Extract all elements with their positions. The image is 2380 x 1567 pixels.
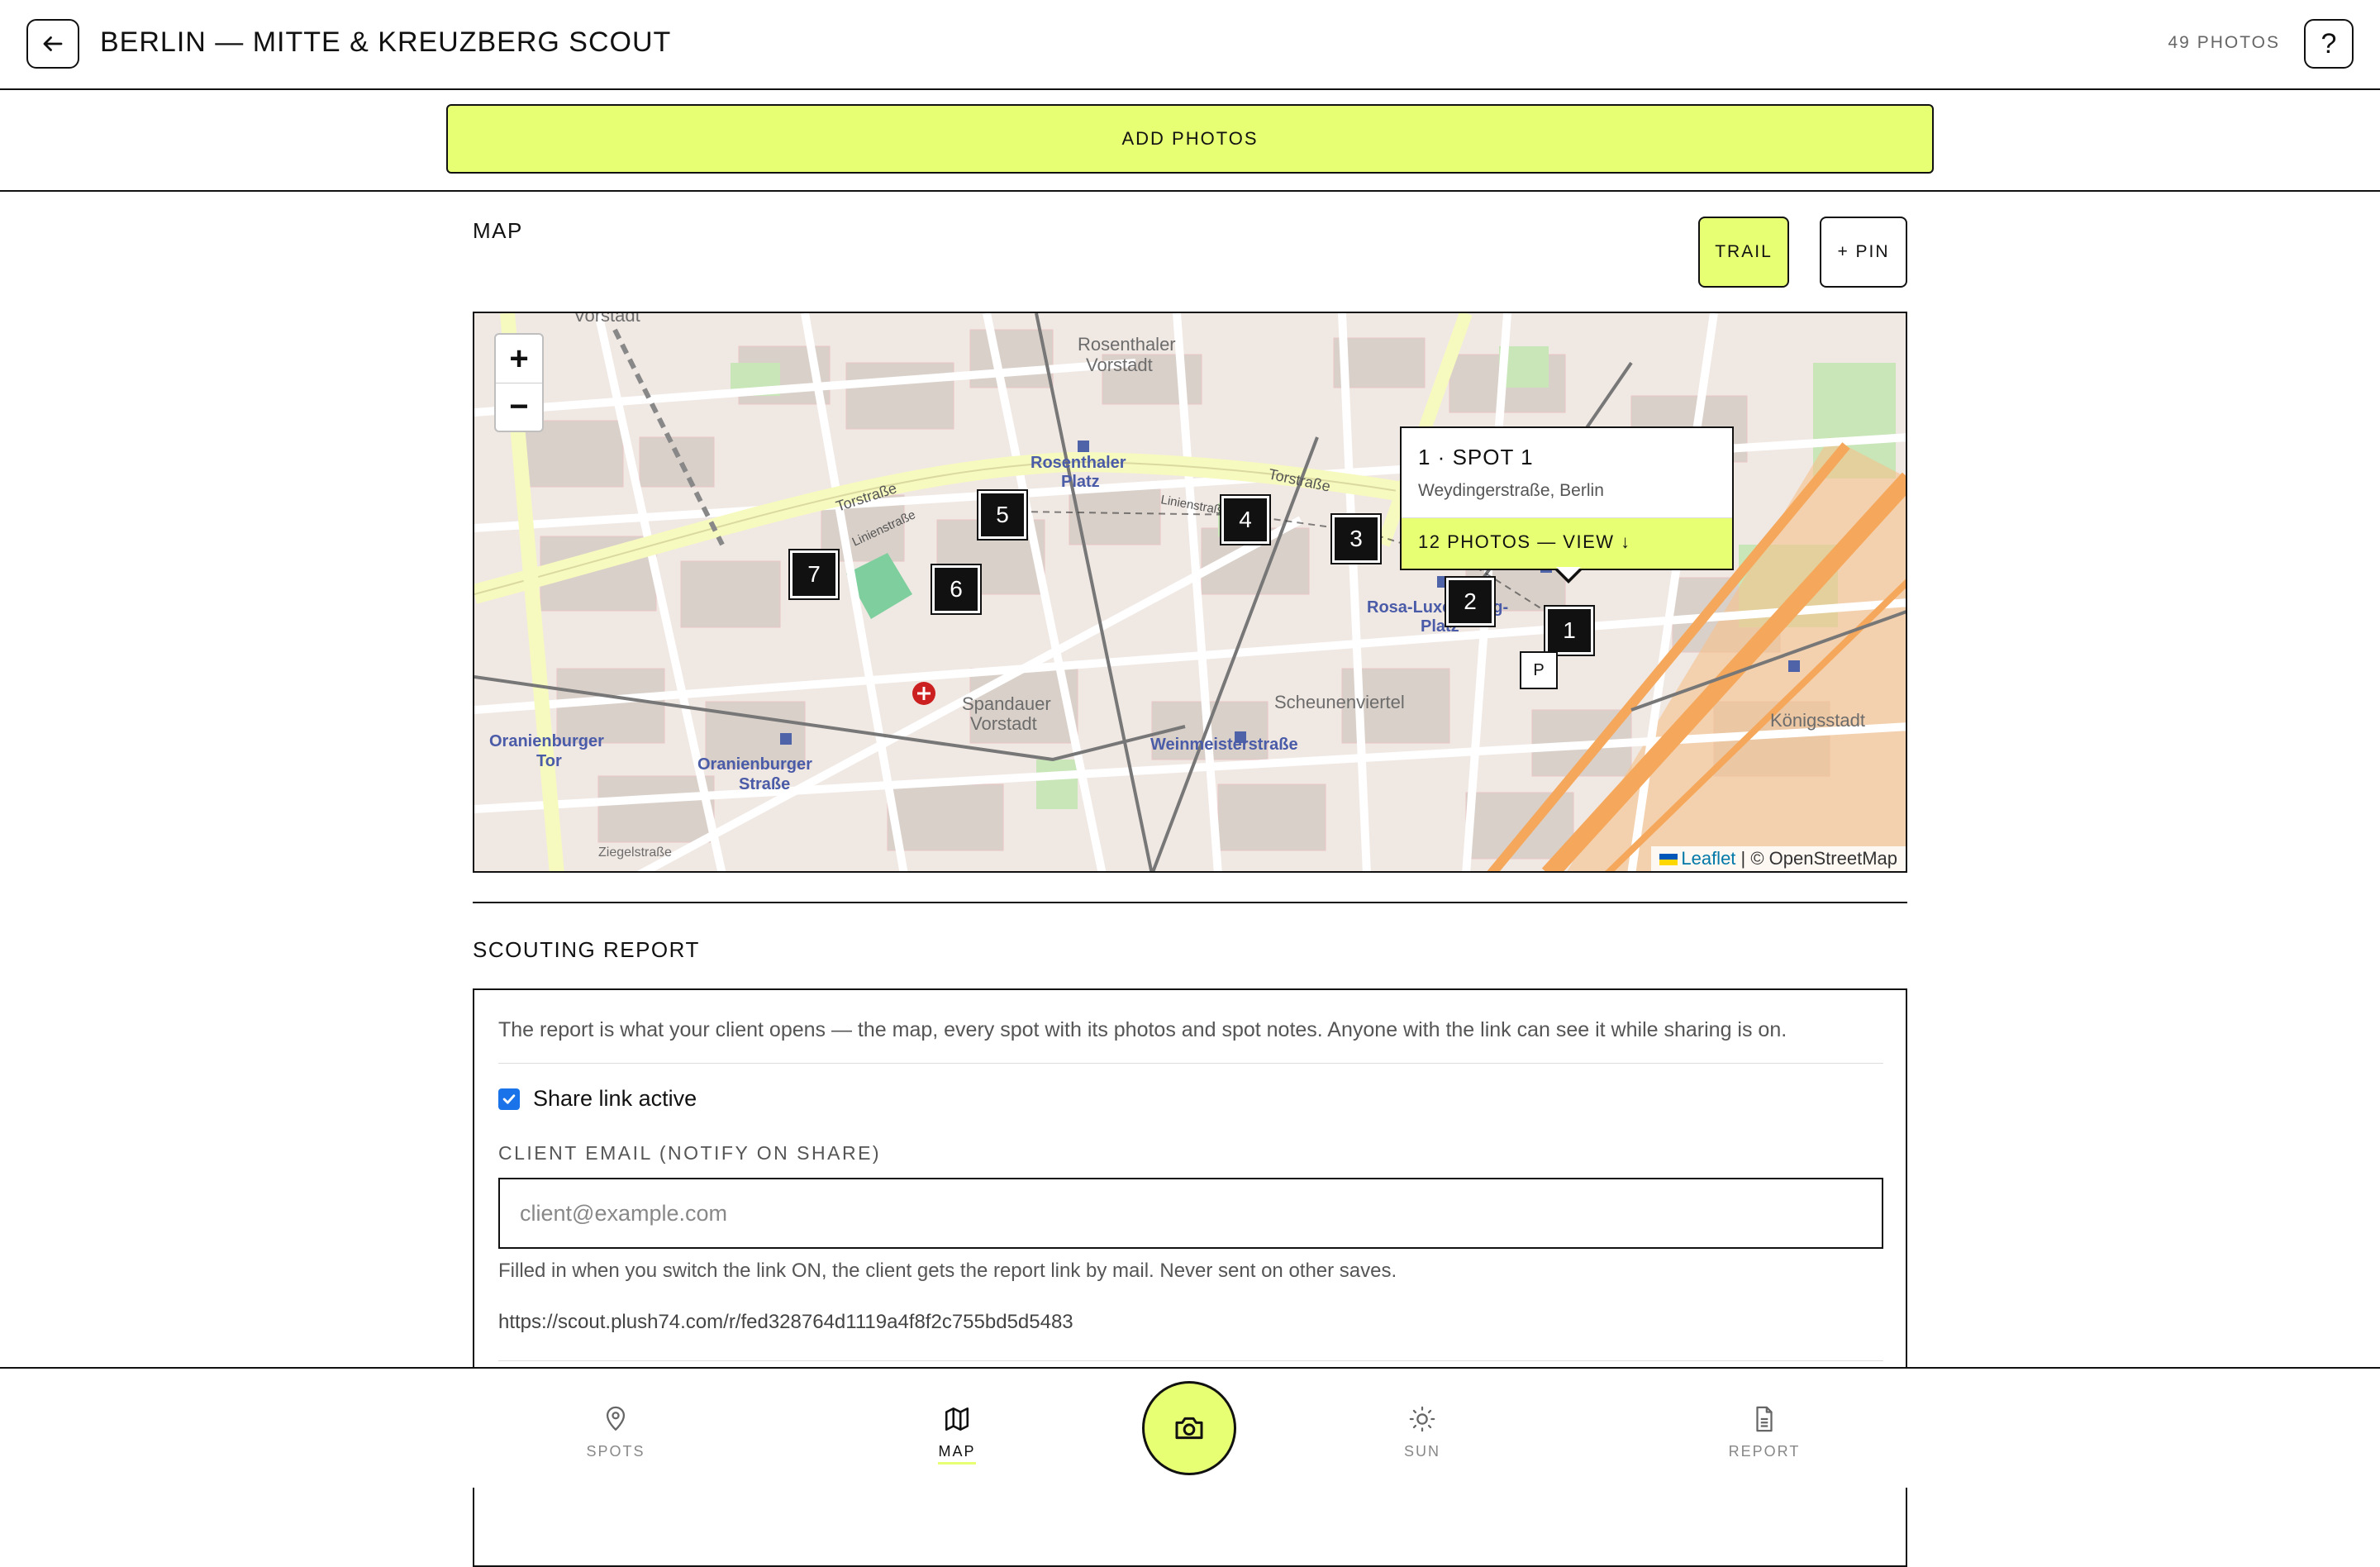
parking-marker[interactable]: P <box>1520 651 1558 689</box>
share-link-row[interactable]: Share link active <box>498 1086 697 1112</box>
svg-text:Königsstadt: Königsstadt <box>1770 710 1865 731</box>
spot-marker-4[interactable]: 4 <box>1220 494 1271 545</box>
camera-button[interactable] <box>1142 1381 1236 1475</box>
page-title: BERLIN — MITTE & KREUZBERG SCOUT <box>100 26 672 58</box>
spot-marker-6[interactable]: 6 <box>931 564 982 615</box>
nav-report[interactable]: REPORT <box>1706 1405 1822 1460</box>
back-button[interactable] <box>26 19 79 69</box>
trail-toggle-button[interactable]: TRAIL <box>1698 217 1789 288</box>
arrow-left-icon <box>43 36 63 51</box>
report-section-title: SCOUTING REPORT <box>473 937 700 962</box>
report-divider-bottom <box>498 1360 1883 1361</box>
spot-popup: 1 · SPOT 1 Weydingerstraße, Berlin 12 PH… <box>1400 426 1734 570</box>
report-link[interactable]: https://scout.plush74.com/r/fed328764d11… <box>498 1311 1073 1334</box>
camera-icon <box>1175 1417 1203 1440</box>
nav-spots[interactable]: SPOTS <box>558 1405 674 1460</box>
checkmark-icon <box>502 1093 516 1104</box>
svg-text:Ziegelstraße: Ziegelstraße <box>598 845 672 860</box>
svg-text:Rosenthaler: Rosenthaler <box>1031 454 1126 472</box>
map-icon <box>945 1407 969 1431</box>
photo-count: 49 PHOTOS <box>2168 33 2280 52</box>
zoom-control: + − <box>494 333 544 432</box>
app-header: BERLIN — MITTE & KREUZBERG SCOUT 49 PHOT… <box>0 0 2380 90</box>
bottom-navigation: SPOTS MAP SUN REPORT <box>0 1367 2380 1488</box>
map-attribution: Leaflet | © OpenStreetMap <box>1651 846 1906 871</box>
ukraine-flag-icon <box>1659 854 1678 866</box>
nav-sun[interactable]: SUN <box>1364 1405 1480 1460</box>
client-email-input[interactable]: client@example.com <box>498 1178 1883 1249</box>
document-icon <box>1756 1406 1773 1432</box>
popup-view-photos-button[interactable]: 12 PHOTOS — VIEW ↓ <box>1402 517 1732 569</box>
report-divider <box>498 1063 1883 1064</box>
map-section-title: MAP <box>473 218 523 243</box>
nav-map-label: MAP <box>938 1443 976 1465</box>
add-pin-button[interactable]: + PIN <box>1820 217 1907 288</box>
share-link-checkbox[interactable] <box>498 1088 520 1110</box>
map-pin-icon <box>606 1406 626 1431</box>
svg-text:Vorstadt: Vorstadt <box>1086 355 1153 375</box>
spot-marker-5[interactable]: 5 <box>977 489 1028 541</box>
popup-address: Weydingerstraße, Berlin <box>1418 481 1604 500</box>
spot-marker-1[interactable]: 1 <box>1544 605 1595 656</box>
client-email-hint: Filled in when you switch the link ON, t… <box>498 1260 1397 1282</box>
map-view[interactable]: Vorstadt Rosenthaler Vorstadt Spandauer Vo… <box>473 312 1907 873</box>
osm-attribution: | © OpenStreetMap <box>1735 848 1897 869</box>
spot-marker-2[interactable]: 2 <box>1445 576 1496 627</box>
report-description: The report is what your client opens — t… <box>498 1018 1787 1041</box>
add-photos-bar: ADD PHOTOS <box>0 90 2380 192</box>
spot-marker-7[interactable]: 7 <box>788 549 840 600</box>
popup-title: 1 · SPOT 1 <box>1418 445 1534 469</box>
nav-spots-label: SPOTS <box>586 1443 645 1460</box>
svg-text:Vorstadt: Vorstadt <box>574 313 640 326</box>
map-tiles: Vorstadt RosenthalerVorstadt SpandauerVo… <box>474 313 1906 871</box>
svg-text:Spandauer: Spandauer <box>962 693 1051 714</box>
svg-text:Oranienburger: Oranienburger <box>489 732 604 750</box>
spot-marker-3[interactable]: 3 <box>1330 513 1382 564</box>
svg-text:Tor: Tor <box>536 752 562 770</box>
nav-map[interactable]: MAP <box>899 1405 1015 1465</box>
svg-text:Weinmeisterstraße: Weinmeisterstraße <box>1150 736 1298 754</box>
svg-text:Platz: Platz <box>1061 473 1100 491</box>
popup-tip <box>1554 567 1583 583</box>
client-email-label: CLIENT EMAIL (NOTIFY ON SHARE) <box>498 1142 882 1164</box>
zoom-in-button[interactable]: + <box>496 335 542 383</box>
sun-icon <box>1409 1406 1435 1432</box>
svg-text:Straße: Straße <box>739 775 790 793</box>
leaflet-link[interactable]: Leaflet <box>1681 848 1735 869</box>
svg-text:Oranienburger: Oranienburger <box>697 755 812 774</box>
add-photos-button[interactable]: ADD PHOTOS <box>446 104 1934 174</box>
zoom-out-button[interactable]: − <box>496 383 542 431</box>
section-divider <box>473 902 1907 903</box>
help-button[interactable]: ? <box>2304 19 2354 69</box>
svg-text:Rosenthaler: Rosenthaler <box>1078 334 1176 355</box>
share-link-label: Share link active <box>533 1086 697 1111</box>
nav-sun-label: SUN <box>1403 1443 1440 1460</box>
svg-text:Vorstadt: Vorstadt <box>970 713 1037 734</box>
svg-text:Scheunenviertel: Scheunenviertel <box>1274 692 1405 712</box>
nav-report-label: REPORT <box>1728 1443 1801 1460</box>
